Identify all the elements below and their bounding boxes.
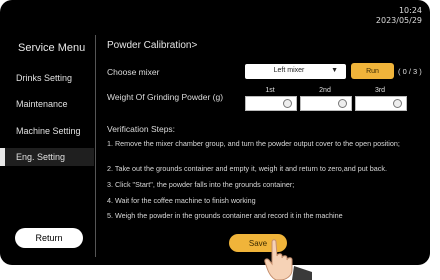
return-button[interactable]: Return bbox=[15, 228, 83, 248]
sidebar-active-indicator bbox=[0, 148, 5, 166]
sidebar-item-drinks-setting[interactable]: Drinks Setting bbox=[16, 73, 72, 83]
weight-input-3rd[interactable] bbox=[355, 96, 407, 111]
keypad-icon bbox=[283, 99, 292, 108]
sidebar-title: Service Menu bbox=[18, 42, 86, 54]
column-2nd: 2nd bbox=[319, 87, 331, 94]
step-2: 2. Take out the grounds container and em… bbox=[107, 164, 387, 173]
device-screen: 10:24 2023/05/29 Service Menu Drinks Set… bbox=[0, 0, 430, 265]
run-count: ( 0 / 3 ) bbox=[398, 67, 422, 76]
status-date: 2023/05/29 bbox=[375, 16, 422, 25]
keypad-icon bbox=[393, 99, 402, 108]
mixer-select[interactable]: Left mixer ▼ bbox=[245, 64, 346, 79]
sidebar: Service Menu Drinks Setting Maintenance … bbox=[0, 0, 95, 265]
mixer-select-value: Left mixer bbox=[273, 67, 305, 74]
sidebar-divider bbox=[95, 35, 96, 257]
step-4: 4. Wait for the coffee machine to finish… bbox=[107, 196, 256, 205]
choose-mixer-label: Choose mixer bbox=[107, 67, 160, 77]
pointing-hand-icon bbox=[264, 239, 312, 280]
sidebar-item-maintenance[interactable]: Maintenance bbox=[16, 99, 68, 109]
step-5: 5. Weigh the powder in the grounds conta… bbox=[107, 211, 343, 220]
keypad-icon bbox=[338, 99, 347, 108]
verification-title: Verification Steps: bbox=[107, 124, 176, 134]
column-1st: 1st bbox=[265, 87, 275, 94]
sidebar-item-eng-setting[interactable]: Eng. Setting bbox=[16, 152, 65, 162]
weight-input-1st[interactable] bbox=[245, 96, 297, 111]
status-time: 10:24 bbox=[398, 6, 422, 15]
sidebar-item-machine-setting[interactable]: Machine Setting bbox=[16, 126, 81, 136]
status-bar: 10:24 2023/05/29 bbox=[376, 6, 422, 26]
step-1: 1. Remove the mixer chamber group, and t… bbox=[107, 139, 400, 148]
weight-input-2nd[interactable] bbox=[300, 96, 352, 111]
column-3rd: 3rd bbox=[374, 87, 386, 94]
step-3: 3. Click "Start", the powder falls into … bbox=[107, 180, 295, 189]
run-button[interactable]: Run bbox=[351, 63, 394, 79]
page-title: Powder Calibration> bbox=[107, 40, 198, 51]
weight-label: Weight Of Grinding Powder (g) bbox=[107, 92, 224, 102]
chevron-down-icon: ▼ bbox=[331, 67, 338, 74]
